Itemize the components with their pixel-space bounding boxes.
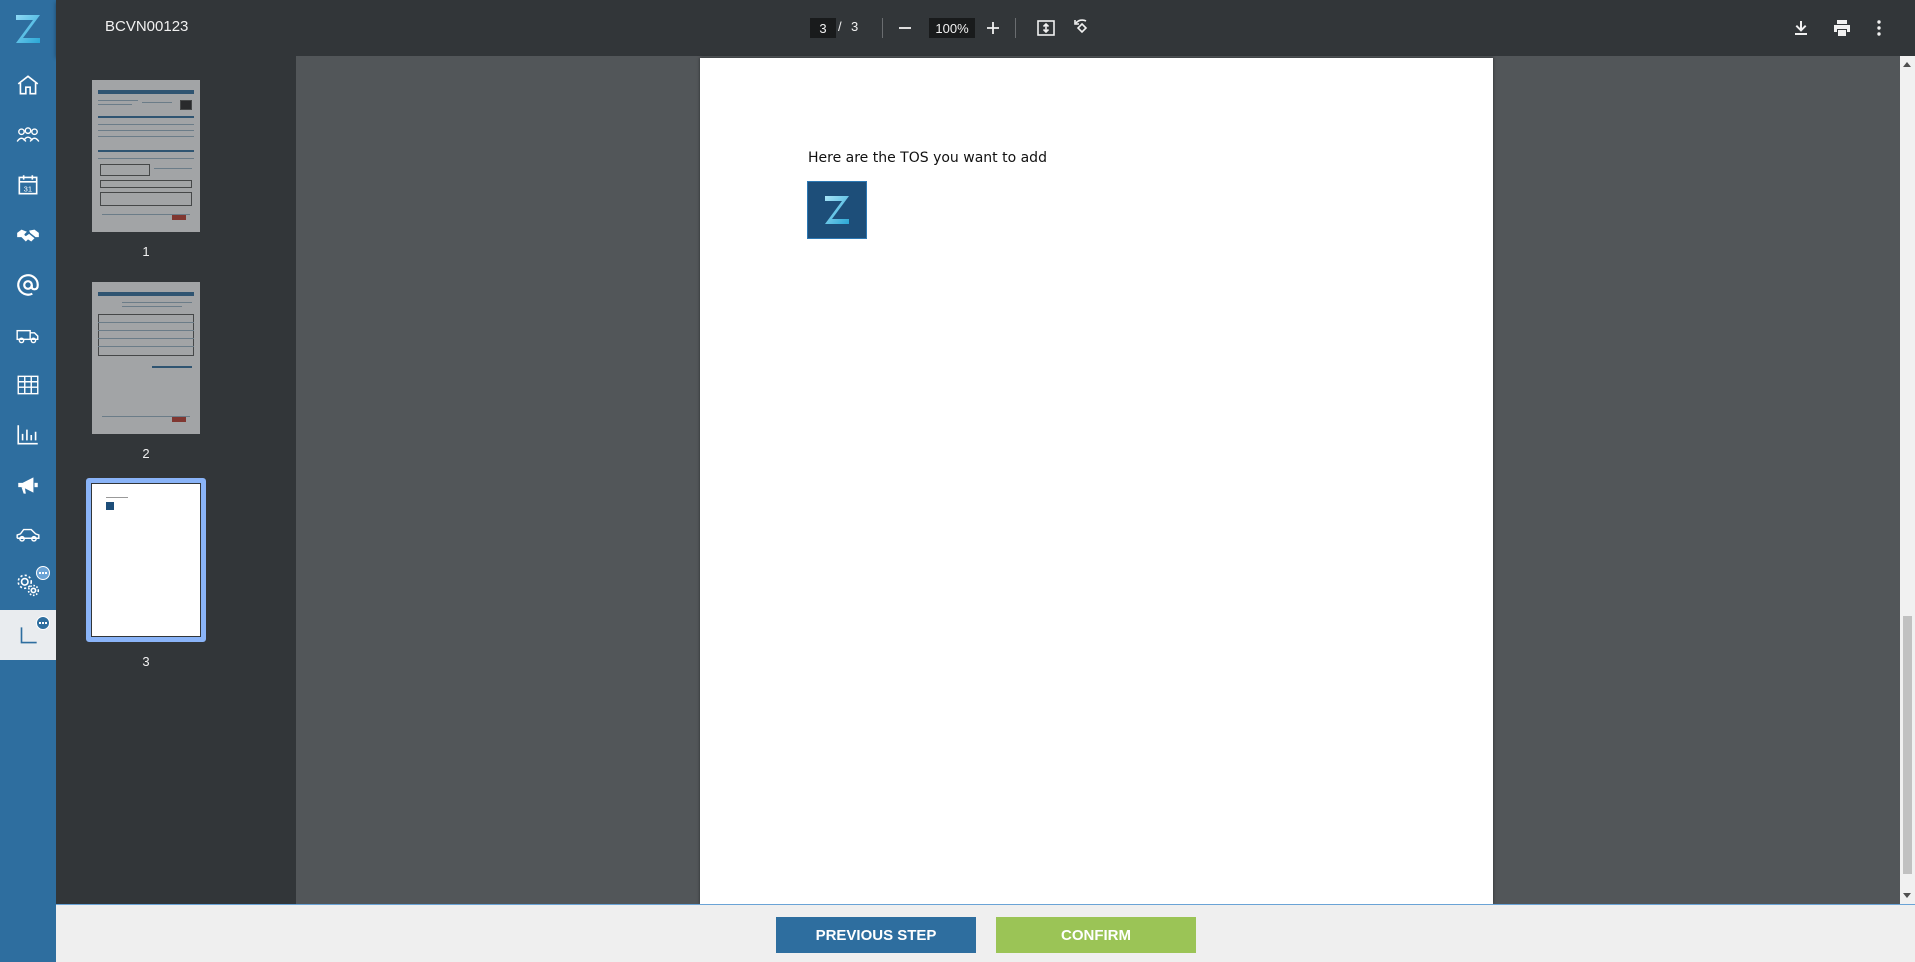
contacts-icon[interactable] xyxy=(0,110,56,160)
thumbnail-number: 3 xyxy=(142,654,150,669)
z-logo-icon xyxy=(16,15,40,43)
zoom-in-button[interactable] xyxy=(979,14,1007,42)
action-bar: PREVIOUS STEP CONFIRM xyxy=(56,904,1915,962)
thumbnail-frame xyxy=(92,282,200,434)
rotate-icon xyxy=(1074,19,1088,34)
car-icon[interactable] xyxy=(0,510,56,560)
download-button[interactable] xyxy=(1787,14,1815,42)
fit-page-button[interactable] xyxy=(1032,14,1060,42)
document-viewer[interactable]: Here are the TOS you want to add xyxy=(296,56,1900,904)
page-total: 3 xyxy=(851,19,859,34)
email-at-icon[interactable] xyxy=(0,260,56,310)
more-badge-icon xyxy=(36,616,50,630)
more-vert-icon xyxy=(1877,20,1881,36)
vertical-scrollbar[interactable] xyxy=(1900,56,1915,904)
app-sidebar: 31 xyxy=(0,0,56,962)
pdf-toolbar: BCVN00123 / 3 xyxy=(56,0,1915,56)
thumbnail-page-2[interactable]: 2 xyxy=(92,282,200,461)
fit-to-page-icon xyxy=(1037,20,1055,36)
truck-icon[interactable] xyxy=(0,310,56,360)
more-badge-icon xyxy=(36,566,50,580)
page-body-text: Here are the TOS you want to add xyxy=(808,150,1047,166)
previous-step-button[interactable]: PREVIOUS STEP xyxy=(776,917,976,953)
plus-icon xyxy=(987,22,999,34)
page-number-input[interactable] xyxy=(810,18,836,38)
thumbnail-frame xyxy=(92,80,200,232)
thumbnail-image xyxy=(92,80,200,232)
calendar-icon[interactable]: 31 xyxy=(0,160,56,210)
megaphone-icon[interactable] xyxy=(0,460,56,510)
app-logo[interactable] xyxy=(0,0,56,58)
thumbnail-sidebar: 1 2 3 xyxy=(56,56,296,904)
more-options-button[interactable] xyxy=(1865,14,1893,42)
thumbnail-page-3[interactable]: 3 xyxy=(86,478,206,669)
zoom-input[interactable] xyxy=(929,18,975,38)
spreadsheet-icon[interactable] xyxy=(0,360,56,410)
documents-icon[interactable] xyxy=(0,610,56,660)
scrollbar-thumb[interactable] xyxy=(1903,616,1912,874)
pdf-page: Here are the TOS you want to add xyxy=(700,58,1493,904)
document-title: BCVN00123 xyxy=(105,18,189,35)
settings-gears-icon[interactable] xyxy=(0,560,56,610)
download-icon xyxy=(1795,21,1807,35)
minus-icon xyxy=(899,27,911,29)
toolbar-divider xyxy=(882,18,883,38)
scroll-down-arrow-icon[interactable] xyxy=(1903,893,1911,898)
handshake-icon[interactable] xyxy=(0,210,56,260)
home-icon[interactable] xyxy=(0,60,56,110)
bar-chart-icon[interactable] xyxy=(0,410,56,460)
page-separator: / xyxy=(838,19,842,34)
rotate-button[interactable] xyxy=(1068,14,1096,42)
print-button[interactable] xyxy=(1828,14,1856,42)
zoom-out-button[interactable] xyxy=(891,14,919,42)
thumbnail-page-1[interactable]: 1 xyxy=(92,80,200,259)
thumbnail-image xyxy=(92,282,200,434)
scroll-up-arrow-icon[interactable] xyxy=(1903,62,1911,67)
toolbar-divider xyxy=(1015,18,1016,38)
thumbnail-number: 1 xyxy=(142,244,150,259)
print-icon xyxy=(1834,20,1850,36)
thumbnail-number: 2 xyxy=(142,446,150,461)
thumbnail-image xyxy=(92,484,200,636)
company-logo-image xyxy=(807,181,867,239)
z-logo-icon xyxy=(825,196,849,224)
svg-text:31: 31 xyxy=(24,185,32,194)
thumbnail-frame xyxy=(86,478,206,642)
confirm-button[interactable]: CONFIRM xyxy=(996,917,1196,953)
